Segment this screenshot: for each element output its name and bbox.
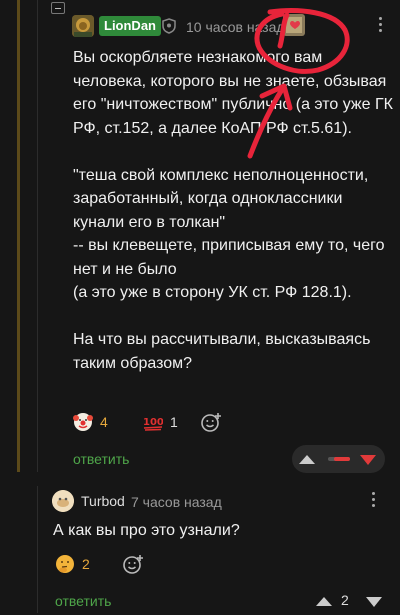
hundred-emoji-icon: 100	[143, 417, 163, 431]
more-options-icon[interactable]	[372, 492, 376, 510]
more-options-icon[interactable]	[379, 17, 383, 35]
comment-score: 2	[341, 592, 349, 608]
author-name-liondan[interactable]: LionDan	[99, 16, 161, 36]
shield-icon	[162, 18, 176, 34]
avatar-turbod[interactable]	[52, 490, 74, 512]
thread-line	[37, 0, 38, 472]
add-reaction-icon[interactable]	[122, 553, 144, 575]
upvote-icon	[299, 455, 315, 464]
comment-paragraph: -- вы клевещете, приписывая ему то, чего…	[73, 237, 385, 278]
comment-paragraph: Вы оскорбляете незнакомого вам человека,…	[73, 49, 393, 137]
thinking-emoji-icon	[56, 555, 74, 573]
reply-button[interactable]: ответить	[73, 451, 129, 467]
thread-line-highlight	[17, 0, 20, 472]
comment-paragraph: На что вы рассчитывали, высказываясь так…	[73, 331, 371, 372]
avatar-liondan[interactable]	[72, 15, 94, 37]
reaction-hundred[interactable]: 100 1	[143, 407, 178, 437]
thread-line	[37, 486, 38, 613]
reaction-count: 1	[170, 414, 178, 430]
comment-time: 7 часов назад	[131, 494, 222, 510]
svg-text:100: 100	[143, 417, 163, 428]
vote-control	[292, 445, 385, 473]
reaction-thinking[interactable]: 2	[55, 549, 90, 579]
upvote-icon	[316, 597, 332, 606]
comment-time: 10 часов назад	[186, 19, 285, 35]
reply-button[interactable]: ответить	[55, 593, 111, 609]
comment-paragraph: (а это уже в сторону УК ст. РФ 128.1).	[73, 284, 352, 301]
comment-body: Вы оскорбляете незнакомого вам человека,…	[73, 46, 393, 375]
comment-body: А как вы про это узнали?	[53, 522, 240, 539]
collapse-button[interactable]	[51, 2, 65, 14]
avatar-heart-icon	[283, 14, 305, 36]
downvote-icon	[366, 597, 382, 607]
author-name-turbod[interactable]: Turbod	[81, 493, 125, 509]
reaction-count: 4	[100, 414, 108, 430]
reaction-count: 2	[82, 556, 90, 572]
downvote-icon	[360, 455, 376, 465]
add-reaction-icon[interactable]	[200, 411, 222, 433]
clown-emoji-icon	[73, 413, 93, 431]
reaction-clown[interactable]: 4	[73, 407, 108, 437]
comment-paragraph: "теша свой комплекс неполноценности, зар…	[73, 166, 369, 231]
